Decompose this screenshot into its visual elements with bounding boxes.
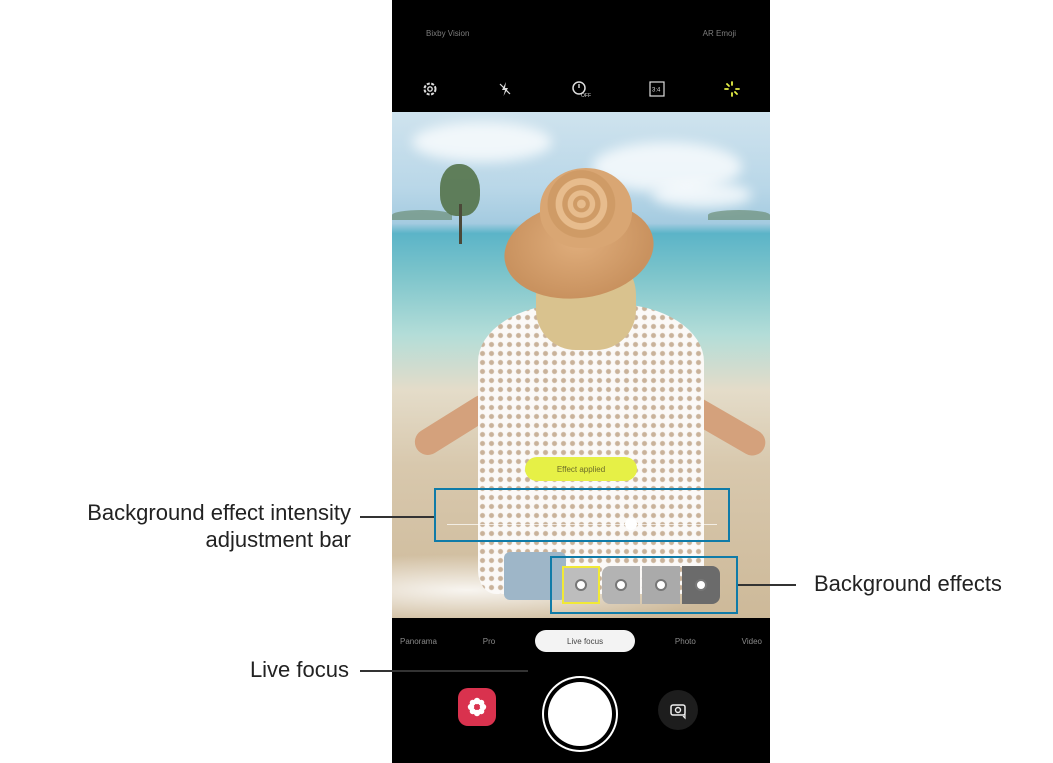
ar-emoji-button[interactable]: AR Emoji [703,29,736,38]
timer-icon[interactable]: OFF [570,78,592,100]
mode-pro[interactable]: Pro [477,637,501,646]
island [708,210,770,220]
flash-off-icon[interactable] [494,78,516,100]
live-focus-callout-line [360,670,528,672]
intensity-bar-callout-line [360,516,434,518]
gallery-icon [467,697,487,717]
tree-trunk [459,204,462,244]
mode-panorama[interactable]: Panorama [394,637,443,646]
camera-mode-bar: Panorama Pro Live focus Photo Video [392,626,770,656]
phone-screen: Bixby Vision AR Emoji OFF 3:4 Effect app… [392,0,770,763]
settings-icon[interactable] [419,78,441,100]
mode-live-focus[interactable]: Live focus [535,630,636,652]
shutter-button[interactable] [544,678,616,750]
camera-viewfinder[interactable]: Effect applied [392,112,770,618]
intensity-bar-label-line1: Background effect intensity [87,500,351,525]
mode-photo[interactable]: Photo [669,637,702,646]
effects-callout-line [738,584,796,586]
hat-crown [540,168,632,248]
top-shortcuts: Bixby Vision AR Emoji [392,0,770,66]
intensity-bar-callout-box [434,488,730,542]
camera-toolbar: OFF 3:4 [392,66,770,112]
live-focus-label: Live focus [249,657,349,682]
effects-callout-box [550,556,738,614]
background-effects-label: Background effects [814,571,1002,596]
bixby-vision-button[interactable]: Bixby Vision [426,29,469,38]
cloud [412,122,552,162]
intensity-bar-label: Background effect intensity adjustment b… [87,499,351,553]
filter-icon[interactable] [721,78,743,100]
switch-camera-icon [670,704,686,720]
svg-text:3:4: 3:4 [652,88,661,94]
switch-camera-button[interactable] [658,690,698,730]
island [392,210,452,220]
gallery-button[interactable] [458,688,496,726]
cloud [652,182,752,208]
svg-text:OFF: OFF [581,93,591,99]
mode-video[interactable]: Video [736,637,768,646]
effect-applied-badge: Effect applied [525,457,637,481]
intensity-bar-label-line2: adjustment bar [205,527,351,552]
aspect-ratio-icon[interactable]: 3:4 [646,78,668,100]
